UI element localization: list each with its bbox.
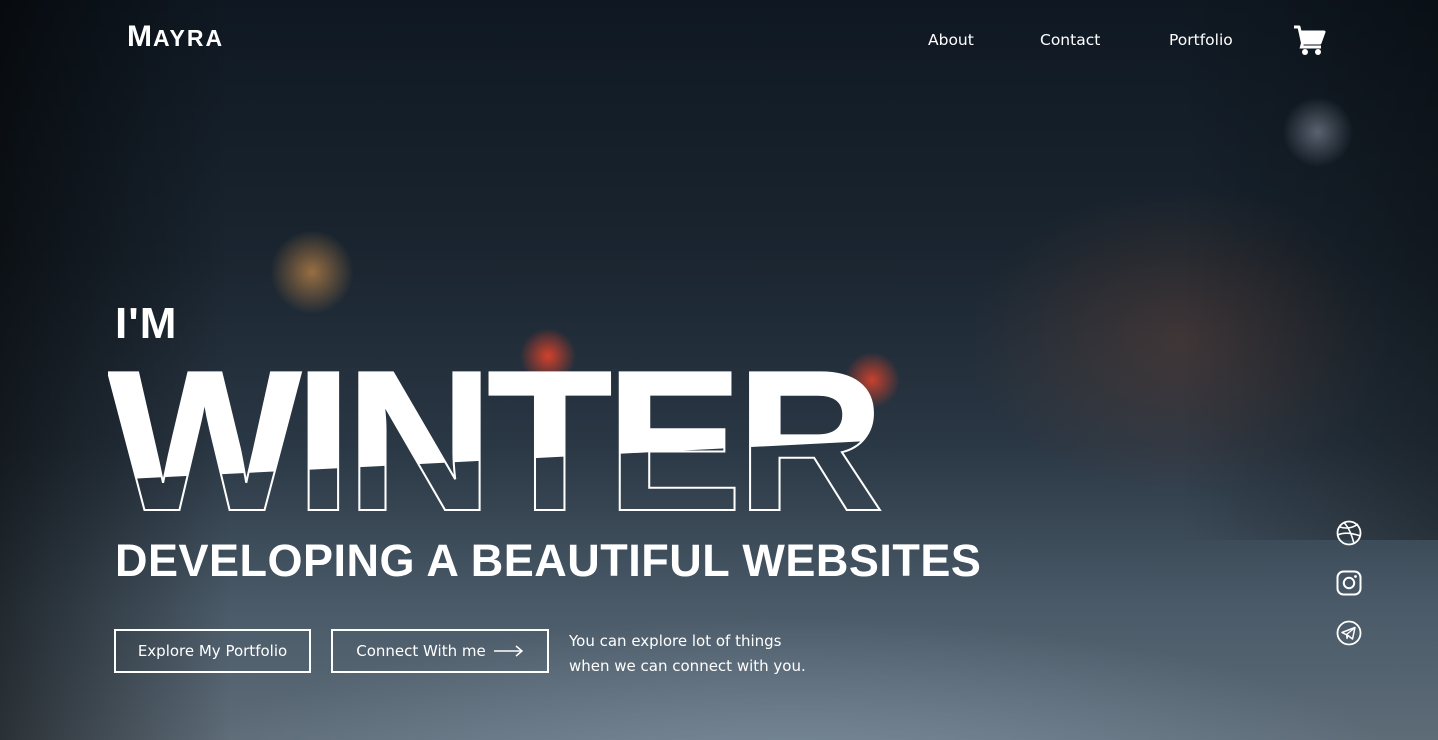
shopping-cart-icon[interactable] — [1293, 24, 1327, 56]
hero-name-winter: WINTER WINTER — [108, 350, 888, 530]
connect-label: Connect With me — [356, 642, 486, 660]
long-arrow-right-icon — [493, 645, 523, 657]
hero-headline: DEVELOPING A BEAUTIFUL WEBSITES — [115, 535, 982, 586]
background-shade-right — [1178, 0, 1438, 540]
instagram-icon[interactable] — [1336, 570, 1362, 596]
nav-link-about[interactable]: About — [928, 30, 974, 50]
explore-portfolio-label: Explore My Portfolio — [137, 642, 288, 660]
tagline-line-1: You can explore lot of things — [569, 632, 782, 650]
logo-rest: AYRA — [153, 25, 225, 51]
hero-tagline: You can explore lot of things when we ca… — [569, 629, 849, 679]
hero-intro: I'M — [115, 299, 178, 348]
telegram-icon[interactable] — [1336, 620, 1362, 646]
connect-with-me-button[interactable]: Connect With me — [331, 629, 549, 673]
nav-link-portfolio[interactable]: Portfolio — [1169, 30, 1233, 50]
nav-link-contact[interactable]: Contact — [1040, 30, 1100, 50]
brand-logo[interactable]: MAYRA — [127, 22, 224, 52]
logo-initial: M — [127, 20, 153, 53]
tagline-line-2: when we can connect with you. — [569, 657, 806, 675]
explore-portfolio-button[interactable]: Explore My Portfolio — [114, 629, 311, 673]
dribbble-icon[interactable] — [1336, 520, 1362, 546]
